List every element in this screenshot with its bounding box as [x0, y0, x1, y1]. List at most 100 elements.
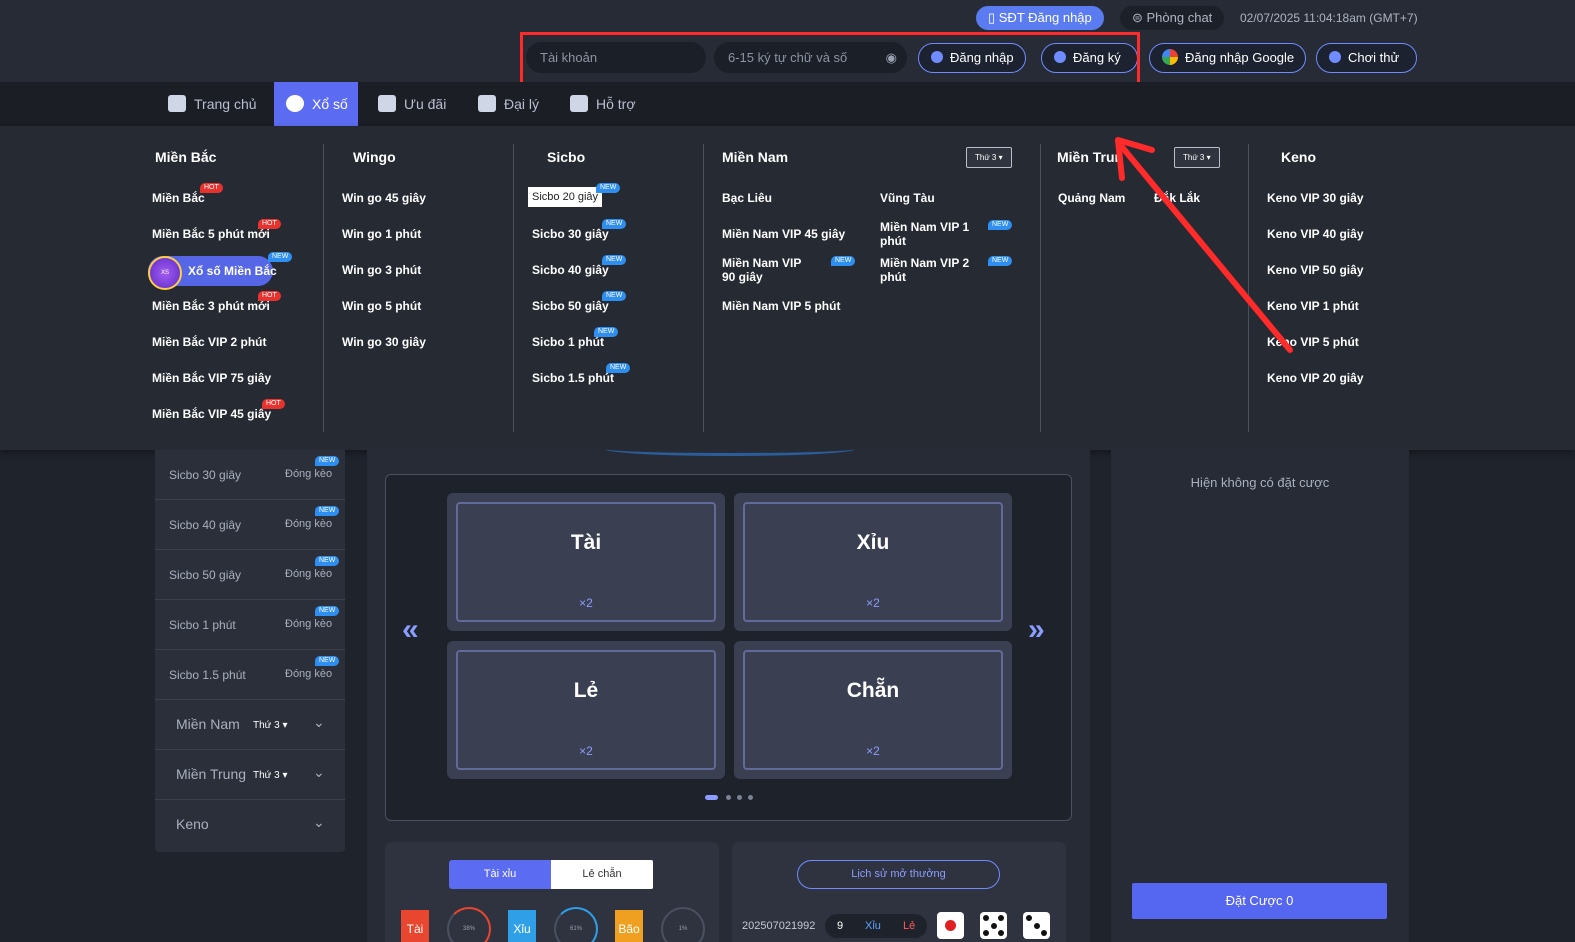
new-badge: NEW — [594, 327, 619, 337]
menu-item[interactable]: Sicbo 1.5 phút NEW — [532, 363, 631, 385]
server-clock: 02/07/2025 11:04:18am (GMT+7) — [1240, 11, 1418, 25]
dice-five-icon — [980, 912, 1007, 939]
pager-dot[interactable] — [748, 795, 753, 800]
chat-icon: ⊜ — [1132, 10, 1147, 25]
menu-item[interactable]: Miền Bắc 3 phút mới HOT — [152, 291, 281, 313]
new-badge: NEW — [602, 255, 627, 265]
menu-item[interactable]: Miền Nam VIP 5 phút — [722, 299, 840, 313]
list-item[interactable]: Sicbo 1.5 phút Đóng kèo NEW — [155, 650, 345, 700]
menu-item[interactable]: Keno VIP 50 giây — [1267, 263, 1364, 277]
wallet-icon — [378, 95, 396, 112]
top-bar: ▯ SĐT Đăng nhập ⊜ Phòng chat 02/07/2025 … — [0, 0, 1575, 82]
tab-le-chan[interactable]: Lẻ chẵn — [551, 860, 653, 889]
chevron-down-icon: ⌄ — [313, 764, 325, 780]
menu-item[interactable]: Vũng Tàu — [880, 191, 935, 205]
pager-dot[interactable] — [737, 795, 742, 800]
new-badge: NEW — [315, 556, 340, 566]
pager-dot[interactable] — [726, 795, 731, 800]
draw-id: 202507021992 — [742, 920, 816, 932]
column-header-wingo: Wingo — [353, 149, 396, 165]
nav-lottery[interactable]: Xổ số — [274, 82, 358, 126]
dice-pip — [1041, 930, 1047, 936]
bet-card-le[interactable]: Lẻ ×2 — [447, 641, 725, 779]
nav-promotions[interactable]: Ưu đãi — [378, 82, 446, 126]
menu-item[interactable]: Win go 3 phút — [342, 263, 421, 277]
bet-card-chan[interactable]: Chẵn ×2 — [734, 641, 1012, 779]
no-bet-message: Hiện không có đặt cược — [1190, 475, 1330, 490]
phone-icon: ▯ — [988, 10, 999, 25]
password-input[interactable]: 6-15 ký tự chữ và số ◉ — [714, 42, 907, 73]
sidebar-group-mien-nam[interactable]: Miền Nam Thứ 3 ▾ ⌄ — [155, 700, 345, 750]
list-item[interactable]: Sicbo 40 giây Đóng kèo NEW — [155, 500, 345, 550]
xo-so-mien-bac-button[interactable]: XS Xổ số Miền Bắc NEW — [148, 252, 293, 290]
pager-dot-active[interactable] — [705, 795, 718, 800]
stat-ring-bao: 1% — [661, 907, 705, 942]
gamepad-icon — [1329, 51, 1341, 63]
menu-item[interactable]: Miền Nam VIP 2 phút — [880, 256, 972, 284]
menu-item-active[interactable]: Sicbo 20 giây — [528, 187, 603, 207]
draw-history-button[interactable]: Lịch sử mở thưởng — [797, 860, 1000, 889]
place-bet-button[interactable]: Đặt Cược 0 — [1132, 883, 1387, 919]
chevrons-right-icon[interactable]: » — [1028, 613, 1045, 647]
nav-home[interactable]: Trang chủ — [168, 82, 257, 126]
menu-item[interactable]: Miền Nam VIP 1 phút — [880, 220, 972, 248]
bet-card-xiu[interactable]: Xỉu ×2 — [734, 493, 1012, 631]
nav-support[interactable]: Hỗ trợ — [570, 82, 636, 126]
chevrons-left-icon[interactable]: « — [402, 613, 419, 647]
dice-three-icon — [1023, 912, 1050, 939]
list-item[interactable]: Sicbo 50 giây Đóng kèo NEW — [155, 550, 345, 600]
menu-item[interactable]: Win go 1 phút — [342, 227, 421, 241]
sidebar-group-keno[interactable]: Keno ⌄ — [155, 800, 345, 850]
menu-item[interactable]: Keno VIP 20 giây — [1267, 371, 1364, 385]
menu-item[interactable]: Miền Nam VIP 45 giây — [722, 227, 845, 241]
menu-item[interactable]: Miền Bắc VIP 45 giây HOT — [152, 399, 285, 421]
eye-off-icon[interactable]: ◉ — [886, 42, 897, 73]
login-button[interactable]: Đăng nhập — [918, 43, 1026, 73]
menu-item[interactable]: Quảng Nam — [1058, 191, 1125, 205]
dice-one-icon — [937, 912, 964, 939]
try-play-button[interactable]: Chơi thử — [1316, 43, 1417, 73]
menu-item[interactable]: Sicbo 1 phút NEW — [532, 327, 619, 349]
menu-item[interactable]: Sicbo 40 giây NEW — [532, 255, 627, 277]
xo-so-logo-icon: XS — [148, 256, 182, 290]
menu-item[interactable]: Win go 5 phút — [342, 299, 421, 313]
list-item[interactable]: Sicbo 30 giây Đóng kèo NEW — [155, 450, 345, 500]
menu-item[interactable]: Miền Bắc HOT — [152, 183, 223, 205]
menu-item[interactable]: Miền Bắc VIP 75 giây — [152, 371, 271, 385]
user-plus-icon — [1054, 51, 1066, 63]
username-input[interactable]: Tài khoản — [526, 42, 706, 73]
day-select-mien-trung[interactable]: Thứ 3 ▾ — [1174, 147, 1220, 168]
new-badge: NEW — [268, 252, 293, 262]
register-button[interactable]: Đăng ký — [1041, 43, 1138, 73]
new-badge: NEW — [315, 456, 340, 466]
new-badge: NEW — [988, 220, 1013, 230]
nav-agent[interactable]: Đại lý — [478, 82, 539, 126]
menu-item[interactable]: Win go 45 giây — [342, 191, 426, 205]
menu-item[interactable]: Miền Bắc 5 phút mới HOT — [152, 219, 281, 241]
new-badge: NEW — [602, 291, 627, 301]
google-login-button[interactable]: Đăng nhập Google — [1149, 43, 1306, 73]
google-icon — [1162, 49, 1178, 65]
menu-item[interactable]: Sicbo 50 giây NEW — [532, 291, 627, 313]
sidebar-group-mien-trung[interactable]: Miền Trung Thứ 3 ▾ ⌄ — [155, 750, 345, 800]
menu-item[interactable]: Win go 30 giây — [342, 335, 426, 349]
draw-sum: 9 — [837, 920, 844, 932]
menu-item[interactable]: Miền Bắc VIP 2 phút — [152, 335, 266, 349]
menu-item[interactable]: Keno VIP 5 phút — [1267, 335, 1359, 349]
menu-item[interactable]: Đắk Lắk — [1154, 191, 1200, 205]
list-item[interactable]: Sicbo 1 phút Đóng kèo NEW — [155, 600, 345, 650]
menu-item[interactable]: Keno VIP 1 phút — [1267, 299, 1359, 313]
phone-login-button[interactable]: ▯ SĐT Đăng nhập — [976, 6, 1104, 30]
day-select-mien-nam[interactable]: Thứ 3 ▾ — [966, 147, 1012, 168]
chevron-down-icon: ⌄ — [313, 814, 325, 830]
tab-tai-xiu[interactable]: Tài xỉu — [449, 860, 551, 889]
menu-item[interactable]: Keno VIP 30 giây — [1267, 191, 1364, 205]
draw-result: 9 Xỉu Lẻ — [825, 914, 927, 938]
chat-room-button[interactable]: ⊜ Phòng chat — [1120, 6, 1225, 30]
menu-item[interactable]: Miền Nam VIP 90 giây — [722, 256, 814, 284]
menu-item[interactable]: Sicbo 30 giây NEW — [532, 219, 627, 241]
bet-card-tai[interactable]: Tài ×2 — [447, 493, 725, 631]
menu-item[interactable]: Keno VIP 40 giây — [1267, 227, 1364, 241]
menu-item[interactable]: Bạc Liêu — [722, 191, 772, 205]
column-header-mien-nam: Miền Nam — [722, 149, 789, 165]
